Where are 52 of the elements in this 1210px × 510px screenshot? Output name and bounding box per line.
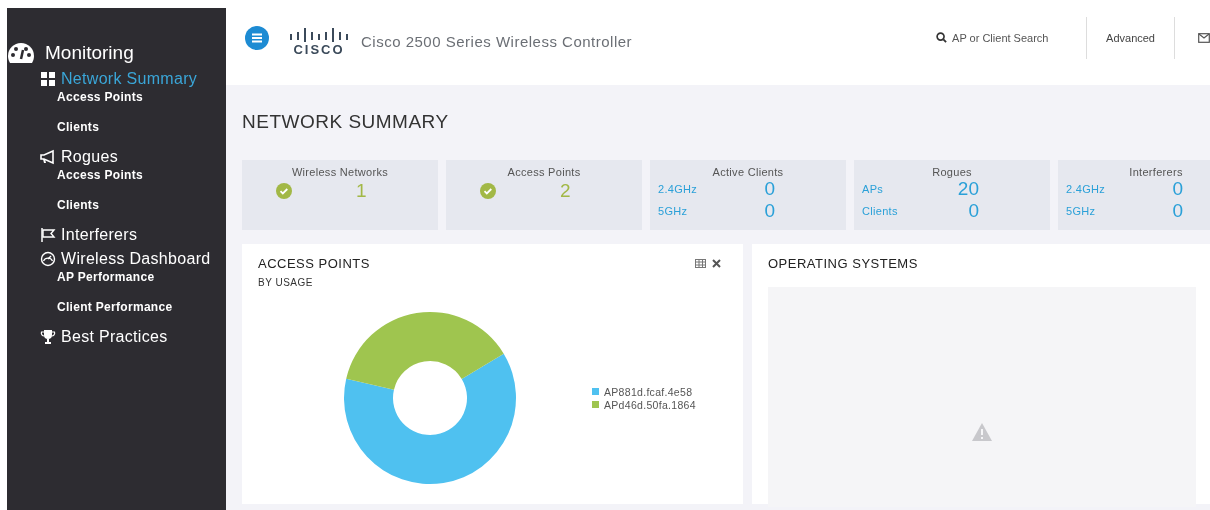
tile-label: APs: [862, 183, 884, 195]
tile-value: 1: [356, 180, 367, 202]
warning-icon: [971, 422, 993, 442]
advanced-link[interactable]: Advanced: [1087, 31, 1174, 44]
search-icon: [936, 32, 948, 43]
menu-button[interactable]: [245, 25, 269, 50]
tile-value: 20: [957, 178, 979, 200]
sidebar-item[interactable]: Network Summary: [61, 70, 198, 88]
card-subtitle: BY USAGE: [258, 277, 314, 288]
megaphone-icon: [40, 149, 56, 165]
tile-value: 2: [560, 180, 571, 202]
tile-title: Active Clients: [711, 166, 785, 178]
check-icon: [480, 183, 496, 199]
card-title: ACCESS POINTS: [258, 256, 370, 271]
page-title: NETWORK SUMMARY: [242, 111, 450, 133]
table-icon[interactable]: [695, 259, 706, 268]
legend-label: APd46d.50fa.1864: [604, 398, 696, 411]
tile-value: 0: [968, 200, 979, 222]
tile-label: Clients: [862, 205, 898, 217]
sidebar-item[interactable]: Interferers: [61, 226, 138, 244]
header-title: Cisco 2500 Series Wireless Controller: [361, 33, 633, 50]
sidebar-item[interactable]: Best Practices: [61, 328, 168, 346]
sidebar-item[interactable]: Rogues: [61, 148, 118, 166]
sidebar-subitem[interactable]: Clients: [7, 112, 226, 142]
tile-value: 0: [1172, 178, 1183, 200]
card-title: OPERATING SYSTEMS: [768, 256, 918, 271]
flag-icon: [40, 227, 56, 243]
tile-value: 0: [764, 178, 775, 200]
tile-label: 2.4GHz: [1066, 183, 1106, 195]
tile-value: 0: [1172, 200, 1183, 222]
sidebar-subitem[interactable]: Clients: [7, 190, 226, 220]
tile-label: 5GHz: [1066, 205, 1096, 217]
sidebar-subitem[interactable]: Client Performance: [7, 292, 226, 322]
sidebar-item[interactable]: Wireless Dashboard: [61, 250, 211, 268]
gauge-icon: [40, 251, 56, 267]
grid-icon: [40, 71, 56, 87]
menu-icon: [251, 32, 263, 43]
mail-icon[interactable]: [1198, 32, 1210, 43]
tile-value: 0: [764, 200, 775, 222]
sidebar-title: Monitoring: [45, 42, 134, 64]
tile-title: Access Points: [506, 166, 582, 178]
tile-title: Rogues: [931, 166, 973, 178]
tile-label: 5GHz: [658, 205, 688, 217]
tile-label: 2.4GHz: [658, 183, 698, 195]
check-icon: [276, 183, 292, 199]
tile-title: Wireless Networks: [290, 166, 390, 178]
trophy-icon: [40, 329, 56, 345]
tile-title: Interferers: [1128, 166, 1184, 178]
legend-label: AP881d.fcaf.4e58: [604, 385, 693, 398]
close-icon[interactable]: [712, 259, 721, 268]
logo-text: CISCO: [293, 42, 345, 57]
logo-bars-icon: [289, 28, 349, 42]
